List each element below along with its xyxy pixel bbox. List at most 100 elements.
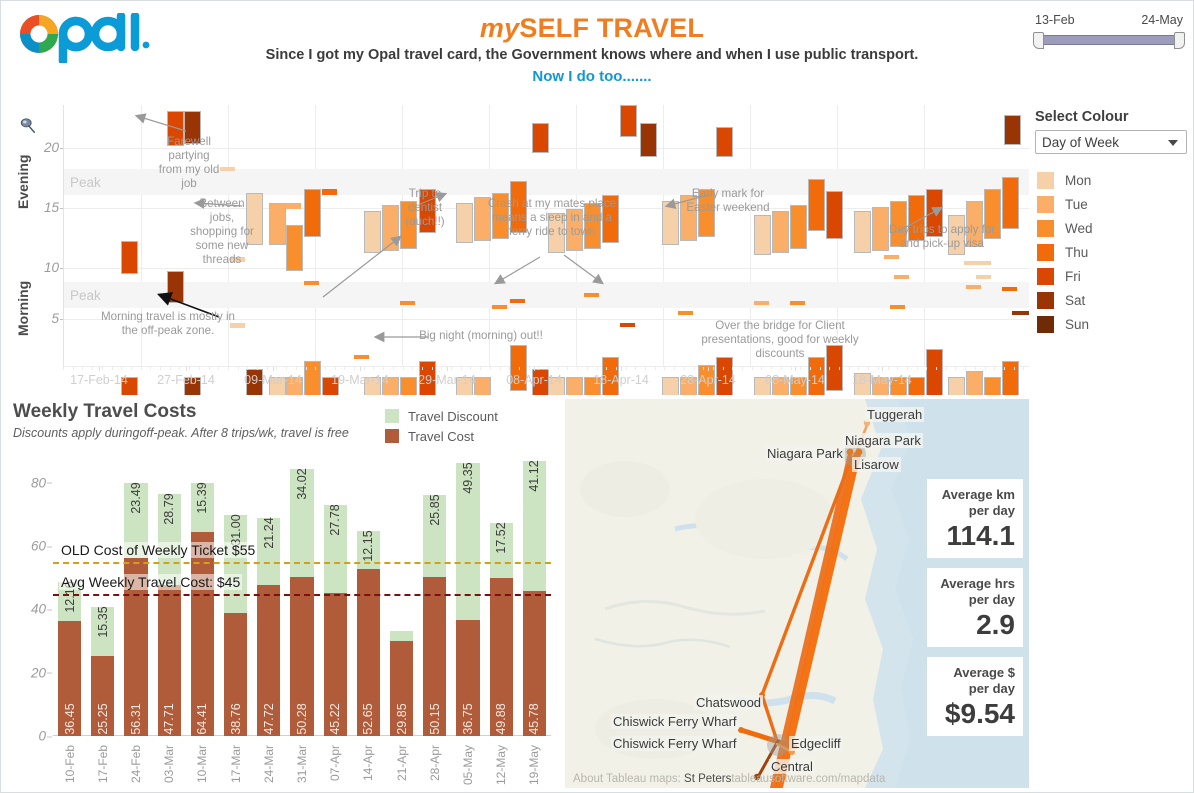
bar-value-cost: 64.41	[195, 703, 210, 735]
bar-column[interactable]: 41.12 45.78 19-May	[522, 460, 546, 785]
bar-segment-cost[interactable]: 45.22	[323, 592, 347, 736]
bar-value-cost: 36.75	[460, 703, 475, 735]
bar-column[interactable]: 21.24 47.72 24-Mar	[257, 517, 281, 783]
bar-segment-cost[interactable]: 49.88	[489, 578, 513, 736]
bar-column[interactable]: 34.02 50.28 31-Mar	[290, 468, 314, 783]
bar-column[interactable]: 27.78 45.22 07-Apr	[323, 504, 347, 781]
legend-item-mon[interactable]: Mon	[1037, 168, 1191, 192]
bar-x-tick: 19-May	[527, 745, 542, 786]
x-tick-label: 09-Mar-14	[244, 373, 302, 387]
bars-legend[interactable]: Travel Discount Travel Cost	[385, 406, 498, 446]
x-minor-tick	[790, 367, 792, 370]
bars-title: Weekly Travel Costs	[13, 401, 197, 422]
colour-select-dropdown[interactable]: Day of Week	[1035, 130, 1187, 154]
x-minor-tick	[140, 367, 142, 370]
bar-segment-discount[interactable]: 49.35	[456, 463, 480, 620]
bar-column[interactable]: 28.79 47.71 03-Mar	[157, 493, 181, 783]
legend-item-tue[interactable]: Tue	[1037, 192, 1191, 216]
x-minor-tick	[994, 367, 996, 370]
bar-segment-cost[interactable]: 45.78	[522, 591, 546, 736]
bar-x-tick: 17-Feb	[95, 745, 110, 784]
bar-segment-cost[interactable]: 29.85	[389, 641, 414, 736]
bar-segment-discount[interactable]: 41.12	[522, 460, 546, 592]
chevron-down-icon[interactable]	[1168, 140, 1178, 146]
bar-segment-cost[interactable]: 25.25	[91, 656, 115, 736]
bar-segment-cost[interactable]: 47.71	[157, 584, 181, 736]
x-minor-tick	[548, 367, 549, 370]
bar-column[interactable]: 17.52 49.88 12-May	[489, 522, 513, 785]
bar-segment-discount[interactable]	[389, 631, 414, 642]
bar-segment-discount[interactable]: 28.79	[157, 493, 181, 585]
bar-segment-cost[interactable]: 38.76	[223, 613, 248, 736]
map-label-chiswick-ferry-wharf: Chiswick Ferry Wharf	[611, 714, 739, 729]
legend-item-travel-discount[interactable]: Travel Discount	[385, 406, 498, 426]
colour-select-value: Day of Week	[1042, 134, 1120, 150]
date-slider-handle-right[interactable]	[1174, 32, 1185, 49]
legend-item-sat[interactable]: Sat	[1037, 288, 1191, 312]
bar-segment-cost[interactable]: 36.75	[456, 619, 480, 736]
map-label-chatswood: Chatswood	[694, 695, 764, 710]
bar-value-discount: 27.78	[328, 504, 343, 536]
bar-segment-discount[interactable]: 15.35	[91, 607, 115, 657]
bar-value-cost: 49.88	[494, 703, 509, 735]
x-minor-tick	[654, 367, 656, 370]
bar-segment-discount[interactable]: 27.78	[323, 504, 347, 593]
bar-value-discount: 23.49	[128, 482, 143, 514]
bar-segment-cost[interactable]: 47.72	[257, 584, 281, 736]
bar-x-tick: 10-Feb	[62, 745, 77, 784]
bar-column[interactable]: 15.35 25.25 17-Feb	[91, 607, 115, 783]
x-tick-mark	[882, 367, 883, 371]
x-minor-tick	[383, 367, 385, 370]
x-minor-tick	[916, 367, 918, 370]
date-slider[interactable]	[1033, 31, 1185, 49]
bar-segment-discount[interactable]: 25.85	[423, 495, 447, 578]
bar-x-tick: 31-Mar	[294, 745, 309, 784]
legend-item-sun[interactable]: Sun	[1037, 312, 1191, 336]
legend-item-wed[interactable]: Wed	[1037, 216, 1191, 240]
bar-segment-discount[interactable]: 15.39	[190, 483, 214, 533]
bar-segment-discount[interactable]: 34.02	[290, 468, 314, 577]
x-minor-tick	[877, 367, 879, 370]
bar-segment-cost[interactable]: 50.15	[423, 577, 447, 736]
swatch-tue	[1037, 195, 1054, 213]
x-minor-tick	[130, 367, 132, 370]
legend-items-list[interactable]: Mon Tue Wed Thu Fri Sat Sun	[1031, 168, 1191, 336]
timeline-plot-area[interactable]: Peak Peak Farewell partying from my old …	[63, 105, 1029, 395]
x-minor-tick	[451, 367, 452, 370]
date-slider-track[interactable]	[1043, 35, 1175, 45]
x-minor-tick	[712, 367, 714, 370]
date-range-filter[interactable]: 13-Feb 24-May	[1027, 5, 1191, 53]
bar-segment-cost[interactable]: 36.45	[57, 620, 82, 736]
kpi-card-avg-dollars: Average $ per day $9.54	[927, 657, 1023, 736]
x-minor-tick	[771, 367, 773, 370]
page-title: mySELF TRAVEL	[167, 11, 1017, 45]
x-minor-tick	[392, 367, 394, 370]
swatch-sun	[1037, 315, 1054, 333]
bar-column[interactable]: 25.85 50.15 28-Apr	[423, 495, 447, 781]
bar-column[interactable]: 49.35 36.75 05-May	[456, 463, 480, 785]
bar-column[interactable]: 29.85 21-Apr	[389, 631, 414, 781]
swatch-thu	[1037, 243, 1054, 261]
bar-column[interactable]: 23.49 56.31 24-Feb	[124, 482, 148, 783]
legend-item-travel-cost[interactable]: Travel Cost	[385, 426, 498, 446]
x-minor-tick	[926, 367, 928, 370]
legend-item-thu[interactable]: Thu	[1037, 240, 1191, 264]
x-minor-tick	[742, 367, 743, 370]
bar-segment-discount[interactable]: 17.52	[489, 522, 513, 579]
bar-column[interactable]: 12.10 36.45 10-Feb	[57, 582, 82, 783]
map-attribution: About Tableau maps: St Peterstableausoft…	[573, 773, 885, 785]
swatch-mon	[1037, 171, 1054, 189]
x-minor-tick	[354, 367, 355, 370]
date-slider-handle-left[interactable]	[1033, 32, 1044, 49]
legend-item-fri[interactable]: Fri	[1037, 264, 1191, 288]
x-minor-tick	[402, 367, 404, 370]
bars-plot-area[interactable]: 0 20 40 60 80 12.10 36.45 10-Feb 15.35 25.25 17-F…	[31, 451, 551, 785]
x-tick-label: 28-Apr-14	[680, 373, 736, 387]
x-minor-tick	[674, 367, 676, 370]
bar-segment-discount[interactable]: 31.00	[223, 514, 248, 614]
swatch-sat	[1037, 291, 1054, 309]
bar-segment-discount[interactable]: 21.24	[257, 517, 281, 585]
bar-column[interactable]: 15.39 64.41 10-Mar	[190, 483, 214, 783]
kpi-value: $9.54	[944, 698, 1015, 729]
bar-segment-cost[interactable]: 50.28	[290, 576, 314, 736]
